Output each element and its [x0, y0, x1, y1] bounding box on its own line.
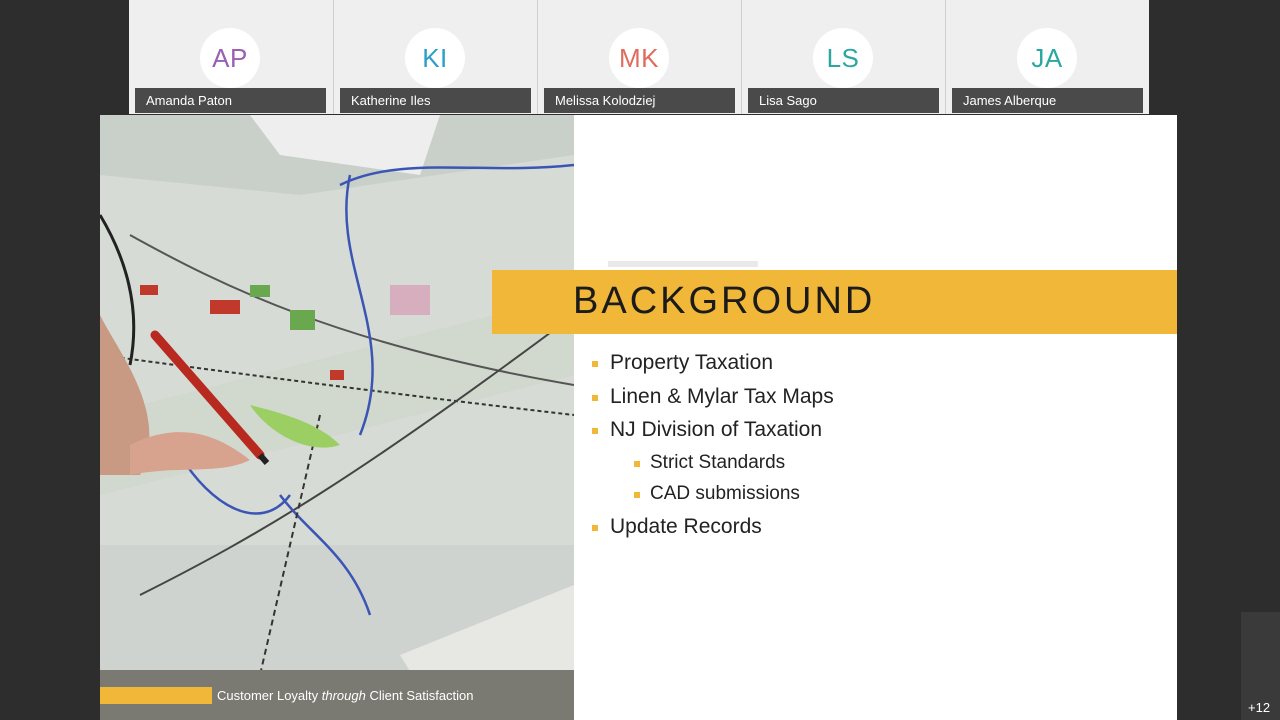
bullet-marker — [592, 524, 598, 531]
participant-tile[interactable]: JA James Alberque — [945, 0, 1149, 114]
participant-tile[interactable]: LS Lisa Sago — [741, 0, 945, 114]
sub-bullet-item: CAD submissions — [592, 483, 834, 515]
bullet-marker — [592, 361, 598, 367]
bullet-text: NJ Division of Taxation — [610, 418, 823, 441]
map-drawing-image — [100, 115, 574, 720]
footer-accent-bar — [100, 687, 212, 704]
avatar: AP — [200, 28, 260, 88]
bullet-marker — [592, 428, 598, 434]
participant-strip: AP Amanda Paton KI Katherine Iles MK Mel… — [129, 0, 1149, 114]
participant-tile[interactable]: KI Katherine Iles — [333, 0, 537, 114]
meeting-window: AP Amanda Paton KI Katherine Iles MK Mel… — [0, 0, 1280, 720]
bullet-text: Strict Standards — [650, 451, 786, 473]
bullet-text: Property Taxation — [610, 351, 774, 374]
subtitle-remnant — [608, 261, 758, 267]
shared-slide: BACKGROUND Property Taxation Linen & Myl… — [100, 115, 1177, 720]
participant-tile[interactable]: MK Melissa Kolodziej — [537, 0, 741, 114]
bullet-marker — [634, 492, 640, 498]
bullet-item: NJ Division of Taxation — [592, 418, 834, 452]
sub-bullet-item: Strict Standards — [592, 452, 834, 484]
bullet-marker — [592, 394, 598, 401]
avatar: JA — [1017, 28, 1077, 88]
bullet-text: Update Records — [610, 514, 762, 538]
avatar: MK — [609, 28, 669, 88]
bullet-item: Linen & Mylar Tax Maps — [592, 385, 834, 419]
footer-tagline: Customer Loyalty through Client Satisfac… — [217, 688, 474, 703]
participant-tile[interactable]: AP Amanda Paton — [129, 0, 333, 114]
participant-name: Melissa Kolodziej — [544, 88, 735, 113]
avatar: KI — [405, 28, 465, 88]
bullet-item: Update Records — [592, 515, 834, 549]
bullet-list: Property Taxation Linen & Mylar Tax Maps… — [592, 351, 834, 548]
more-participants-count[interactable]: +12 — [1248, 700, 1270, 715]
bullet-item: Property Taxation — [592, 351, 834, 385]
avatar: LS — [813, 28, 873, 88]
bullet-text: CAD submissions — [650, 483, 800, 504]
map-photo — [100, 115, 574, 720]
bullet-text: Linen & Mylar Tax Maps — [610, 384, 834, 408]
participant-name: Amanda Paton — [135, 88, 326, 113]
slide-title: BACKGROUND — [573, 280, 876, 322]
bullet-marker — [634, 460, 640, 467]
participant-name: Katherine Iles — [340, 88, 531, 113]
participant-name: Lisa Sago — [748, 88, 939, 113]
participant-name: James Alberque — [952, 88, 1143, 113]
